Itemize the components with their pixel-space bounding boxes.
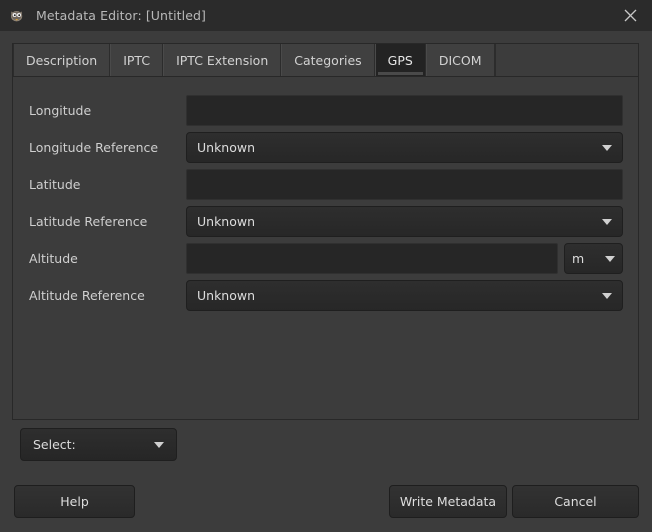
chevron-down-icon xyxy=(605,256,615,262)
longitude-reference-dropdown[interactable]: Unknown xyxy=(186,132,623,163)
control-wrap xyxy=(186,169,623,200)
longitude-input[interactable] xyxy=(186,95,623,126)
control-wrap xyxy=(186,95,623,126)
latitude-input[interactable] xyxy=(186,169,623,200)
select-dropdown-label: Select: xyxy=(33,437,146,452)
gimp-wilber-icon xyxy=(8,7,26,25)
tab-iptc[interactable]: IPTC xyxy=(110,44,163,76)
label-latitude: Latitude xyxy=(29,177,186,192)
tab-label: IPTC xyxy=(123,53,150,68)
dropdown-value: m xyxy=(572,251,584,266)
tab-gps[interactable]: GPS xyxy=(375,44,426,76)
tab-label: GPS xyxy=(388,53,413,68)
control-wrap: Unknown xyxy=(186,206,623,237)
field-row-altitude-reference: Altitude Reference Unknown xyxy=(29,280,623,311)
altitude-unit-dropdown[interactable]: m xyxy=(564,243,623,274)
field-row-longitude: Longitude xyxy=(29,95,623,126)
label-longitude: Longitude xyxy=(29,103,186,118)
select-dropdown[interactable]: Select: xyxy=(20,428,177,461)
control-wrap: Unknown xyxy=(186,132,623,163)
cancel-button[interactable]: Cancel xyxy=(512,485,639,518)
metadata-notebook: Description IPTC IPTC Extension Categori… xyxy=(12,43,639,420)
label-altitude-reference: Altitude Reference xyxy=(29,288,186,303)
tab-bar-filler xyxy=(495,44,639,76)
window-title: Metadata Editor: [Untitled] xyxy=(36,8,206,23)
chevron-down-icon xyxy=(154,442,164,448)
field-row-longitude-reference: Longitude Reference Unknown xyxy=(29,132,623,163)
close-icon[interactable] xyxy=(608,0,652,31)
chevron-down-icon xyxy=(602,293,612,299)
tab-label: Description xyxy=(26,53,97,68)
label-longitude-reference: Longitude Reference xyxy=(29,140,186,155)
window-titlebar: Metadata Editor: [Untitled] xyxy=(0,0,652,31)
write-metadata-button[interactable]: Write Metadata xyxy=(389,485,507,518)
help-button[interactable]: Help xyxy=(14,485,135,518)
tab-categories[interactable]: Categories xyxy=(281,44,374,76)
dropdown-value: Unknown xyxy=(197,288,255,303)
control-wrap: m xyxy=(186,243,623,274)
control-wrap: Unknown xyxy=(186,280,623,311)
field-row-altitude: Altitude m xyxy=(29,243,623,274)
dropdown-value: Unknown xyxy=(197,214,255,229)
chevron-down-icon xyxy=(602,219,612,225)
dropdown-value: Unknown xyxy=(197,140,255,155)
tab-description[interactable]: Description xyxy=(13,44,110,76)
latitude-reference-dropdown[interactable]: Unknown xyxy=(186,206,623,237)
field-row-latitude-reference: Latitude Reference Unknown xyxy=(29,206,623,237)
altitude-input[interactable] xyxy=(186,243,558,274)
label-altitude: Altitude xyxy=(29,251,186,266)
tab-dicom[interactable]: DICOM xyxy=(426,44,495,76)
tab-label: DICOM xyxy=(439,53,482,68)
field-row-latitude: Latitude xyxy=(29,169,623,200)
altitude-reference-dropdown[interactable]: Unknown xyxy=(186,280,623,311)
tab-iptc-extension[interactable]: IPTC Extension xyxy=(163,44,281,76)
tab-label: IPTC Extension xyxy=(176,53,268,68)
tab-bar: Description IPTC IPTC Extension Categori… xyxy=(12,43,639,77)
gps-tab-panel: Longitude Longitude Reference Unknown La… xyxy=(12,76,639,420)
label-latitude-reference: Latitude Reference xyxy=(29,214,186,229)
gps-form: Longitude Longitude Reference Unknown La… xyxy=(29,95,623,311)
tab-label: Categories xyxy=(294,53,361,68)
chevron-down-icon xyxy=(602,145,612,151)
